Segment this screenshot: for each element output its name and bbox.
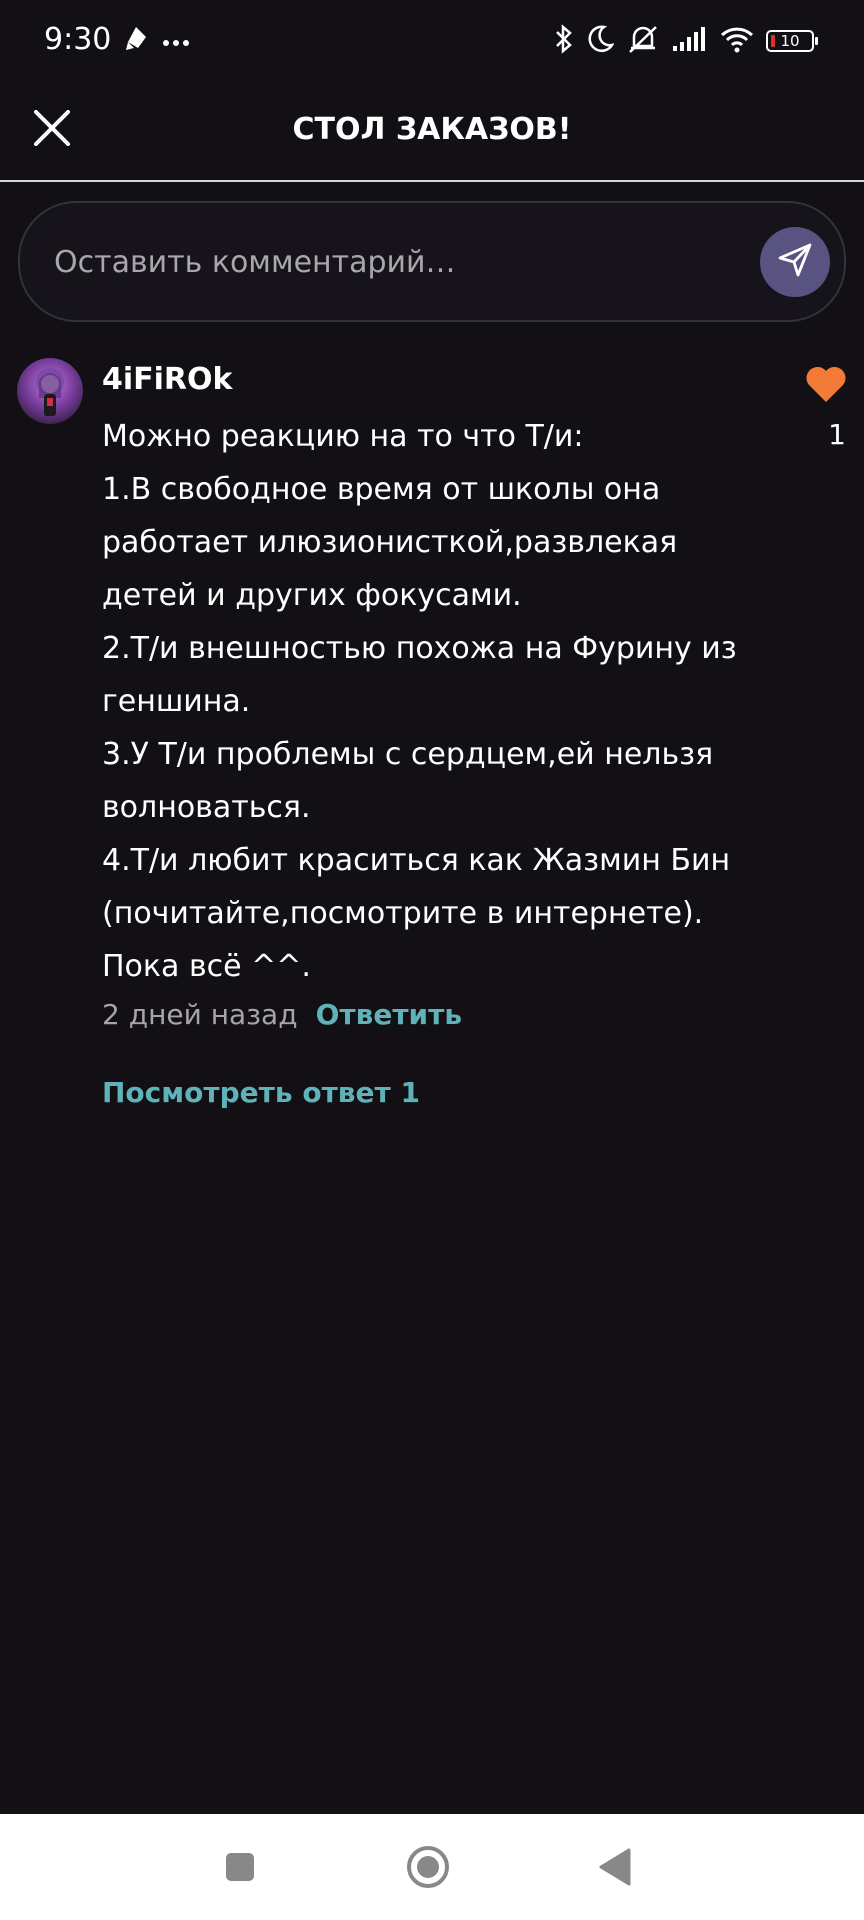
pen-nib-icon: [124, 26, 148, 56]
back-triangle-icon: [597, 1847, 633, 1891]
home-button[interactable]: [403, 1844, 453, 1894]
view-replies-link[interactable]: Посмотреть ответ 1: [102, 1076, 420, 1109]
like-count: 1: [828, 418, 846, 451]
comment-line: 1.В свободное время от школы она: [102, 472, 661, 507]
recents-square-icon: [223, 1850, 257, 1888]
recents-button[interactable]: [215, 1844, 265, 1894]
status-time: 9:30: [44, 22, 112, 57]
status-left-icons: [124, 26, 190, 56]
more-dots-icon: [162, 32, 190, 51]
send-icon: [776, 241, 814, 283]
send-button[interactable]: [760, 227, 830, 297]
comment-line: Пока всё ^^.: [102, 949, 311, 984]
avatar[interactable]: [17, 358, 83, 424]
back-button[interactable]: [590, 1844, 640, 1894]
bluetooth-icon: [554, 24, 574, 58]
comment-meta: 2 дней назад Ответить: [102, 998, 462, 1031]
reply-button[interactable]: Ответить: [316, 998, 463, 1031]
comment-line: работает илюзионисткой,развлекая: [102, 525, 678, 560]
system-nav-bar: [0, 1814, 864, 1920]
comment-line: 4.Т/и любит краситься как Жазмин Бин: [102, 843, 731, 878]
header: СТОЛ ЗАКАЗОВ!: [0, 88, 864, 180]
page-title: СТОЛ ЗАКАЗОВ!: [292, 112, 572, 147]
comment-text: Можно реакцию на то что Т/и: 1.В свободн…: [102, 410, 742, 993]
battery-icon: 10: [766, 30, 818, 52]
moon-icon: [586, 24, 615, 58]
comment-timestamp: 2 дней назад: [102, 998, 298, 1031]
comment-input[interactable]: [52, 231, 736, 293]
comment-line: (почитайте,посмотрите в интернете).: [102, 896, 704, 931]
comment-line: Можно реакцию на то что Т/и:: [102, 419, 584, 454]
comment-line: 3.У Т/и проблемы с сердцем,ей нельзя: [102, 737, 714, 772]
status-right-icons: 10: [554, 24, 818, 58]
home-circle-icon: [405, 1844, 451, 1894]
comment-line: детей и других фокусами.: [102, 578, 522, 613]
comment-line: волноваться.: [102, 790, 311, 825]
muted-bell-icon: [626, 24, 660, 58]
heart-icon: [804, 366, 848, 408]
comment-line: 2.Т/и внешностью похожа на Фурину из: [102, 631, 737, 666]
like-button[interactable]: [804, 364, 848, 408]
comment-username[interactable]: 4iFiROk: [102, 362, 233, 397]
wifi-icon: [720, 25, 754, 57]
comment-line: геншина.: [102, 684, 251, 719]
status-bar: 9:30 10: [0, 0, 864, 88]
header-divider: [0, 180, 864, 182]
comment-composer: [18, 201, 846, 322]
battery-level: 10: [780, 32, 800, 50]
signal-icon: [672, 26, 708, 56]
